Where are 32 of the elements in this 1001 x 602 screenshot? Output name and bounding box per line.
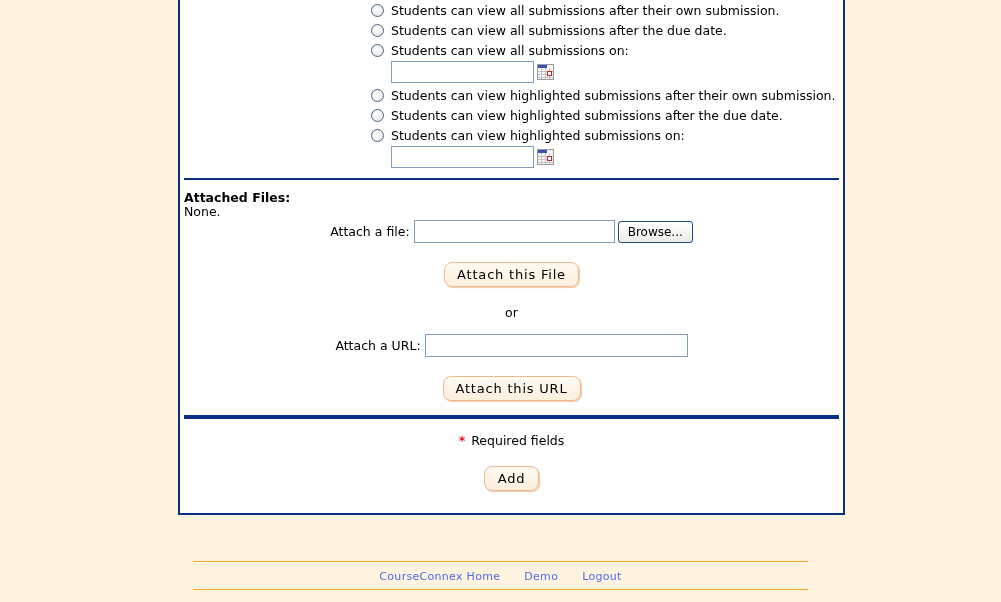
attach-file-button[interactable]: Attach this File [444,262,579,287]
required-marker: * [458,433,466,448]
option-label: Students can view all submissions on: [391,42,629,58]
option-label: Students can view highlighted submissions after their own submission. [391,87,836,103]
browse-button[interactable]: Browse... [617,220,693,243]
footer-link[interactable]: CourseConnex Home [379,570,501,583]
attach-url-button[interactable]: Attach this URL [442,376,581,401]
radio-button[interactable] [371,128,384,142]
radio-button[interactable] [371,3,384,17]
field-label: Attach a URL: [335,338,421,353]
radio-button[interactable] [371,108,384,122]
file-path-field[interactable] [413,220,615,243]
divider-text: or [505,305,518,320]
section-heading: Attached Files: [184,191,292,205]
date-field[interactable] [391,61,534,83]
calendar-icon[interactable] [537,149,554,165]
option-label: Students can view all submissions after the due date. [391,22,727,38]
footer-link[interactable]: Logout [582,570,622,583]
footer-link[interactable]: Demo [524,570,559,583]
attached-files-value: None. [184,205,222,219]
calendar-icon[interactable] [537,64,554,80]
radio-button[interactable] [371,23,384,37]
url-field[interactable] [424,334,688,357]
required-note: Required fields [471,433,565,448]
radio-button[interactable] [371,88,384,102]
option-label: Students can view highlighted submissions on: [391,127,685,143]
add-button[interactable]: Add [483,466,540,491]
option-label: Students can view highlighted submissions after the due date. [391,107,783,123]
radio-button[interactable] [371,43,384,57]
option-label: Students can view all submissions after their own submission. [391,2,780,18]
date-field[interactable] [391,146,534,168]
field-label: Attach a file: [330,224,410,239]
